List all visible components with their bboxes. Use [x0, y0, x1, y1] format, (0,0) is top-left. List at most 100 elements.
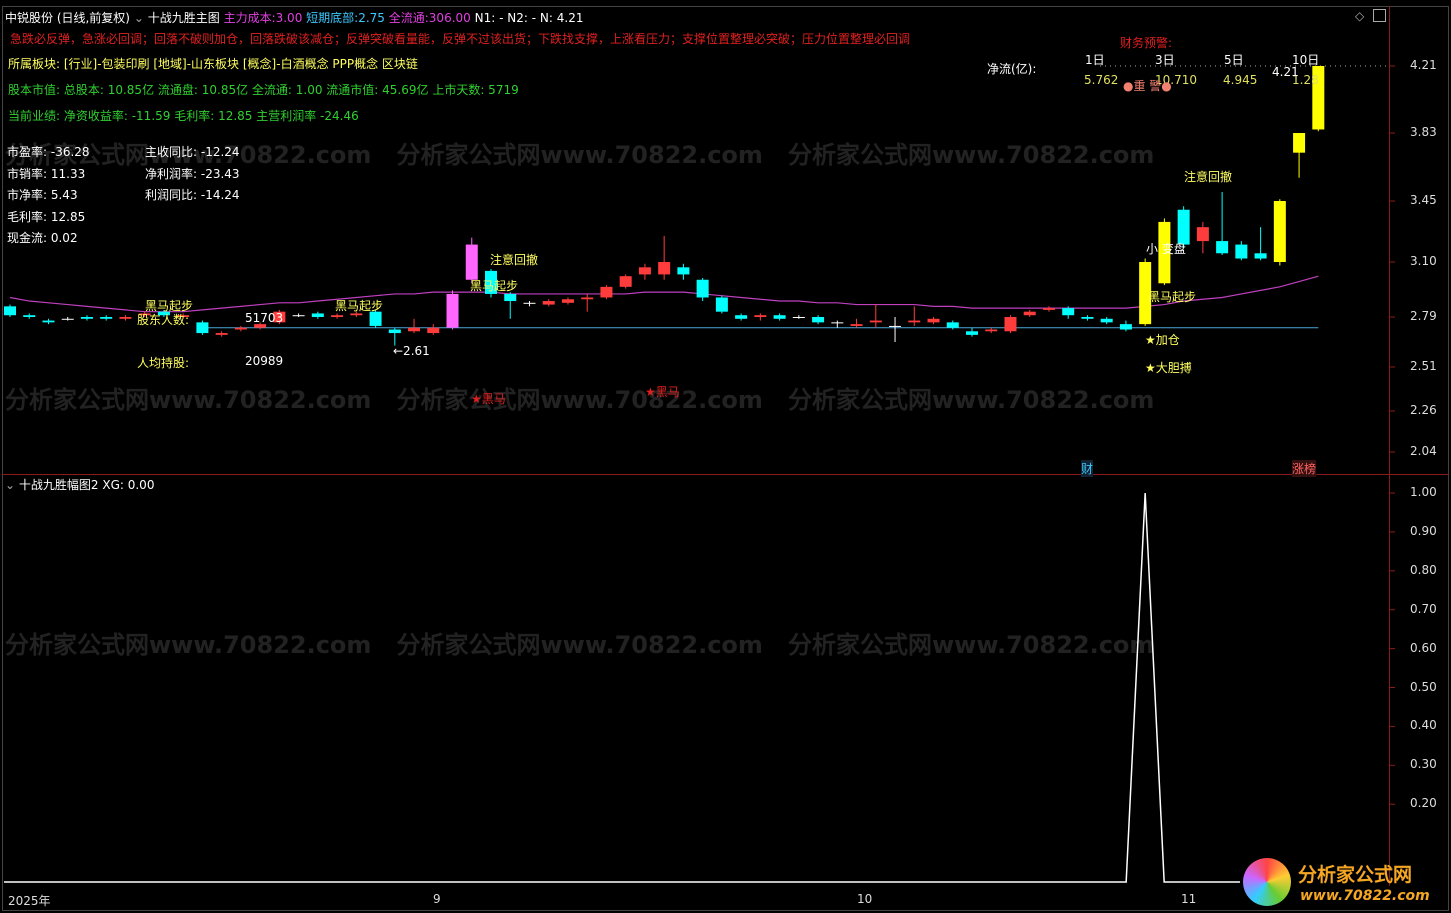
candle-body [388, 329, 401, 334]
candle-body [100, 317, 113, 319]
alert-badge: ●重 警● [1123, 79, 1172, 93]
header-bar: 中锐股份 (日线,前复权) ⌄ 十战九胜主图 主力成本:3.00 短期底部:2.… [5, 9, 583, 26]
candle-body [1062, 308, 1075, 316]
candle-body [1216, 241, 1229, 254]
annotation-star-horse: ★黑马 [471, 392, 506, 406]
flow-value-5: 4.945 [1223, 73, 1258, 87]
annotation-star-horse: ★黑马 [645, 385, 680, 399]
ratio-list-left: 市盈率: -36.28 市销率: 11.33 市净率: 5.43 毛利率: 12… [7, 142, 90, 250]
candle-body [196, 322, 209, 334]
settings-diamond-icon[interactable]: ◇ [1355, 9, 1364, 23]
candle-body [23, 315, 36, 317]
x-label-sep: 9 [433, 892, 441, 906]
collapse-icon[interactable]: ⌄ [5, 478, 15, 492]
capital-text: 股本市值: 总股本: 10.85亿 流通盘: 10.85亿 全流通: 1.00 … [8, 83, 519, 97]
candle-body [619, 276, 632, 287]
pe-ratio: 市盈率: -36.28 [7, 145, 90, 159]
candle-body [812, 317, 825, 323]
candle-body [504, 293, 517, 302]
bottom-label: 短期底部: [306, 11, 359, 25]
net-flow-label: 净流(亿): [987, 62, 1037, 76]
candle-body [465, 244, 478, 280]
lower-tick: 0.20 [1410, 796, 1437, 811]
candle-body [696, 279, 709, 298]
candle-body [1254, 253, 1267, 259]
annotation-dark-horse: 黑马起步 [1148, 290, 1197, 304]
profit-yoy: 利润同比: -14.24 [145, 188, 240, 202]
flow-day-3: 3日 [1155, 53, 1175, 67]
maximize-icon[interactable] [1373, 9, 1386, 22]
candle-body [985, 329, 998, 332]
candle-body [773, 315, 786, 319]
candle-body [792, 317, 805, 318]
candle-body [61, 318, 74, 320]
annotation-pullback: 注意回撤 [490, 253, 539, 267]
float-value: 306.00 [428, 11, 471, 25]
ratio-list-right: 主收同比: -12.24 净利润率: -23.43 利润同比: -14.24 [145, 142, 240, 207]
bottom-value: 2.75 [358, 11, 385, 25]
candle-body [523, 302, 536, 304]
cash-flow: 现金流: 0.02 [7, 231, 78, 245]
price-tick: 2.51 [1410, 359, 1437, 373]
candle-body [1004, 317, 1017, 332]
annotation-turn: 小 变盘 [1146, 242, 1186, 256]
price-chart[interactable] [0, 0, 1451, 913]
candle-body [427, 327, 440, 334]
candle-body [80, 317, 93, 319]
lower-tick: 0.50 [1410, 679, 1437, 694]
candle-body [1293, 133, 1306, 153]
collapse-icon[interactable]: ⌄ [134, 11, 144, 25]
candle-body [754, 315, 767, 317]
candle-body [715, 297, 728, 312]
candle-body [908, 320, 921, 323]
candle-body [215, 333, 228, 335]
lower-tick: 0.60 [1410, 640, 1437, 655]
flow-value-1: 5.762 [1084, 73, 1119, 87]
lower-tick: 0.30 [1410, 757, 1437, 772]
candle-body [561, 299, 574, 303]
candle-body [1081, 317, 1094, 319]
indicator-name[interactable]: 十战九胜主图 [148, 11, 220, 25]
candle-body [446, 293, 459, 328]
stock-title: 中锐股份 (日线,前复权) [5, 11, 130, 25]
candle-body [658, 262, 671, 275]
candle-body [292, 315, 305, 317]
finance-warning: 财务预警: [1120, 36, 1173, 50]
candle-body [1196, 227, 1209, 242]
gross-margin: 毛利率: 12.85 [7, 209, 86, 224]
candle-body [1042, 308, 1055, 310]
flow-day-1: 1日 [1085, 53, 1105, 67]
candle-body [869, 320, 882, 323]
n1-value: N1: - [474, 11, 504, 25]
logo-name: 分析家公式网 [1298, 864, 1413, 886]
candle-body [542, 301, 555, 305]
lower-tick: 0.80 [1410, 562, 1437, 577]
lower-indicator-name[interactable]: 十战九胜幅图2 [19, 478, 99, 492]
logo-url: www.70822.com [1300, 888, 1430, 904]
x-label-nov: 11 [1181, 892, 1197, 906]
lower-tick: 0.70 [1410, 601, 1437, 616]
pb-ratio: 市净率: 5.43 [7, 188, 78, 202]
annotation-bold-bet: ★大胆搏 [1145, 361, 1192, 375]
lower-tick: 0.90 [1410, 523, 1437, 538]
low-price-marker: ←2.61 [393, 344, 430, 358]
candle-body [831, 322, 844, 324]
ps-ratio: 市销率: 11.33 [7, 166, 86, 181]
x-label-year: 2025年 [8, 894, 51, 908]
candle-body [1235, 244, 1248, 259]
candle-body [889, 325, 902, 327]
price-tick: 3.10 [1410, 254, 1437, 268]
candle-body [638, 267, 651, 275]
candle-body [331, 315, 344, 317]
price-tick: 3.83 [1410, 125, 1437, 139]
lower-pane-header: ⌄ 十战九胜幅图2 XG: 0.00 [5, 476, 154, 493]
candle-body [966, 331, 978, 335]
candle-body [677, 267, 690, 275]
candle-body [119, 317, 132, 319]
finance-badge[interactable]: 财 [1081, 460, 1094, 477]
net-margin: 净利润率: -23.43 [145, 166, 240, 181]
cost-label: 主力成本: [223, 11, 276, 25]
price-tick: 3.45 [1410, 193, 1437, 207]
candle-body [581, 297, 594, 300]
limit-up-badge[interactable]: 涨榜 [1292, 460, 1317, 477]
